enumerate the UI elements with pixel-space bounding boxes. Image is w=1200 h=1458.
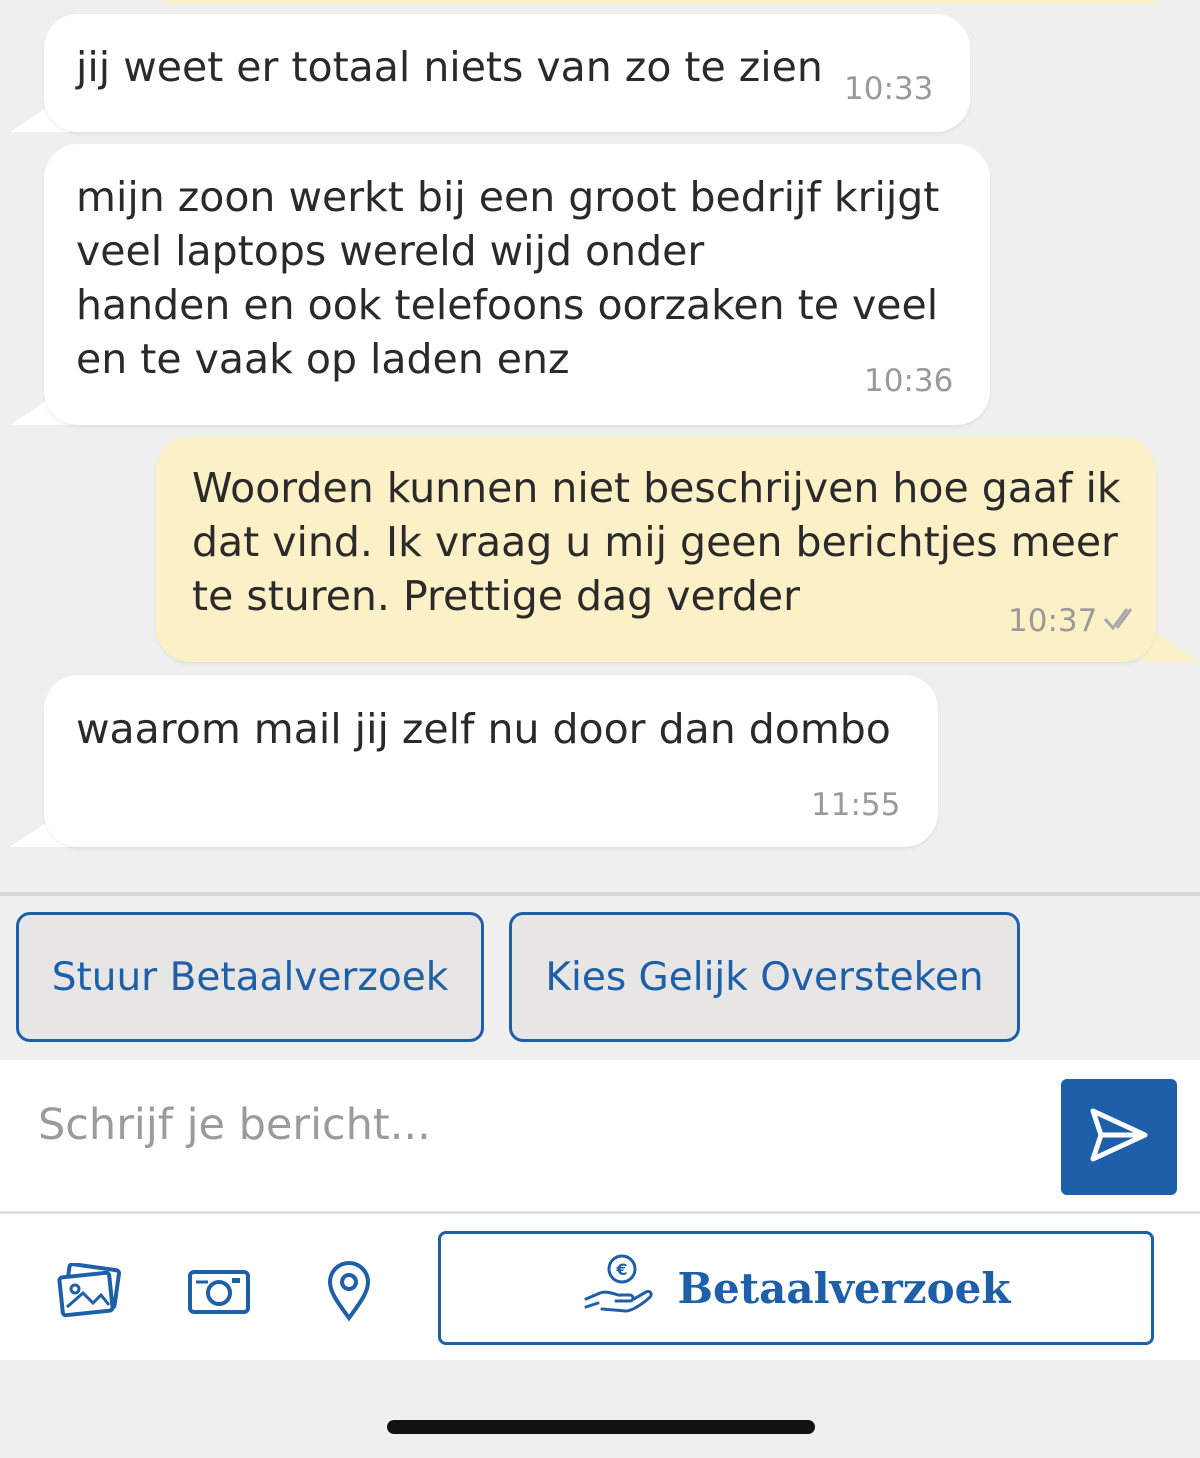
message-incoming[interactable]: mijn zoon werkt bij een groot bedrijf kr… xyxy=(44,144,990,425)
message-incoming[interactable]: jij weet er totaal niets van zo te zien … xyxy=(44,14,970,132)
quick-replies: Stuur Betaalverzoek Kies Gelijk Overstek… xyxy=(0,896,1200,1060)
send-payment-request-button[interactable]: Stuur Betaalverzoek xyxy=(16,912,484,1042)
message-time: 10:36 xyxy=(864,363,954,399)
chat-thread[interactable]: jij weet er totaal niets van zo te zien … xyxy=(0,0,1200,895)
message-incoming[interactable]: waarom mail jij zelf nu door dan dombo 1… xyxy=(44,675,938,847)
previous-message-edge xyxy=(160,0,1160,4)
payment-request-label: Betaalverzoek xyxy=(677,1263,1011,1313)
send-button[interactable] xyxy=(1061,1079,1177,1195)
send-icon xyxy=(1087,1103,1151,1171)
svg-text:€: € xyxy=(615,1260,627,1279)
message-text: jij weet er totaal niets van zo te zien xyxy=(76,43,823,91)
message-time: 10:33 xyxy=(844,71,934,107)
message-outgoing[interactable]: Woorden kunnen niet beschrijven hoe gaaf… xyxy=(156,437,1156,662)
message-text: Woorden kunnen niet beschrijven hoe gaaf… xyxy=(192,464,1121,620)
home-area xyxy=(0,1360,1200,1458)
euro-hand-icon: € xyxy=(582,1253,656,1323)
composer xyxy=(0,1060,1200,1214)
location-pin-icon[interactable] xyxy=(314,1259,384,1323)
choose-direct-exchange-button[interactable]: Kies Gelijk Oversteken xyxy=(509,912,1020,1042)
message-time-with-status: 10:37 xyxy=(1008,604,1143,640)
attachment-toolbar: € Betaalverzoek xyxy=(0,1214,1200,1360)
message-text: mijn zoon werkt bij een groot bedrijf kr… xyxy=(76,173,940,383)
home-indicator[interactable] xyxy=(387,1420,815,1434)
camera-icon[interactable] xyxy=(184,1259,254,1323)
double-check-icon xyxy=(1101,605,1143,640)
message-time: 10:37 xyxy=(1008,603,1098,639)
message-input[interactable] xyxy=(38,1090,1038,1160)
gallery-icon[interactable] xyxy=(55,1259,125,1323)
message-time: 11:55 xyxy=(811,787,901,823)
message-text: waarom mail jij zelf nu door dan dombo xyxy=(76,705,891,753)
payment-request-button[interactable]: € Betaalverzoek xyxy=(438,1231,1154,1345)
